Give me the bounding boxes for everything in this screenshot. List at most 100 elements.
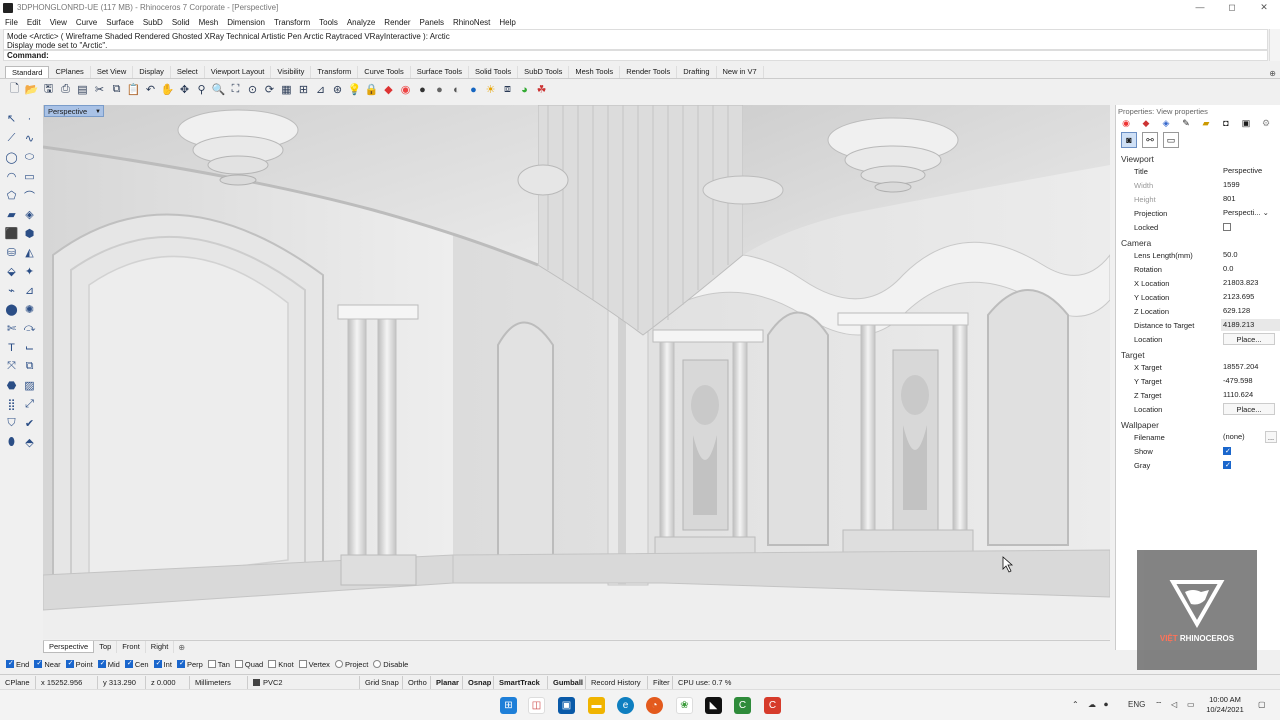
status-layer[interactable]: PVC2	[248, 675, 360, 689]
cplane-icon[interactable]: ⊿	[313, 82, 328, 97]
y-location-value[interactable]: 2123.695	[1221, 291, 1280, 303]
render-icon[interactable]: ☘	[534, 82, 549, 97]
app-green-icon[interactable]: ❀	[676, 697, 693, 714]
arc-icon[interactable]: ◠	[3, 168, 20, 185]
command-scrollbar[interactable]	[1269, 29, 1280, 61]
dropdown-arrow-icon[interactable]: ▼	[95, 106, 101, 118]
camera-props-icon[interactable]: ◙	[1121, 132, 1137, 148]
lock-icon[interactable]: 🔒	[364, 82, 379, 97]
menu-curve[interactable]: Curve	[76, 18, 97, 27]
camtasia-icon[interactable]: C	[734, 697, 751, 714]
prop-title-value[interactable]: Perspective	[1221, 165, 1280, 177]
wallpaper-filename[interactable]: (none)	[1221, 431, 1263, 443]
material-icon[interactable]: ◆	[1140, 118, 1152, 129]
texture-icon[interactable]: ◈	[1160, 118, 1172, 129]
start-icon[interactable]: ⊞	[500, 697, 517, 714]
prop-height-value[interactable]: 801	[1221, 193, 1280, 205]
z-target-value[interactable]: 1110.624	[1221, 389, 1280, 401]
trim-icon[interactable]: ✄	[3, 320, 20, 337]
point-icon[interactable]: ·	[21, 110, 38, 127]
osnap-cen[interactable]: Cen	[124, 659, 149, 669]
osnap-quad[interactable]: Quad	[234, 660, 263, 669]
loft-icon[interactable]: ◈	[21, 206, 38, 223]
menu-render[interactable]: Render	[384, 18, 410, 27]
move-icon[interactable]: ⤧	[3, 358, 20, 375]
copy-obj-icon[interactable]: ⧉	[21, 358, 38, 375]
rhino-task-icon[interactable]: ◣	[705, 697, 722, 714]
osnap-disable[interactable]: Disable	[373, 660, 408, 669]
x-location-value[interactable]: 21803.823	[1221, 277, 1280, 289]
sun-icon[interactable]: ☀	[483, 82, 498, 97]
tab-new-in-v7[interactable]: New in V7	[717, 66, 764, 78]
menu-tools[interactable]: Tools	[319, 18, 338, 27]
osnap-point[interactable]: Point	[65, 659, 93, 669]
tab-subd-tools[interactable]: SubD Tools	[518, 66, 570, 78]
menu-surface[interactable]: Surface	[106, 18, 134, 27]
menu-view[interactable]: View	[50, 18, 67, 27]
menu-dimension[interactable]: Dimension	[227, 18, 265, 27]
menu-help[interactable]: Help	[499, 18, 515, 27]
polygon-icon[interactable]: ⬠	[3, 187, 20, 204]
rebuild-icon[interactable]: ⊿	[21, 282, 38, 299]
box-icon[interactable]: ⬛	[3, 225, 20, 242]
status-grid-snap[interactable]: Grid Snap	[360, 675, 403, 689]
save-icon[interactable]: 🖫	[41, 82, 56, 97]
frame-props-icon[interactable]: ▭	[1163, 132, 1179, 148]
mesh-icon[interactable]: ◭	[21, 244, 38, 261]
select-arrow-icon[interactable]: ↖	[3, 110, 20, 127]
rotate-view-icon[interactable]: ⟳	[262, 82, 277, 97]
menu-file[interactable]: File	[5, 18, 18, 27]
display-icon[interactable]: ▣	[1240, 118, 1252, 129]
firefox-icon[interactable]: ◔	[646, 697, 663, 714]
explode-icon[interactable]: ✺	[21, 301, 38, 318]
vptab-top[interactable]: Top	[94, 641, 118, 653]
menu-analyze[interactable]: Analyze	[347, 18, 375, 27]
sphere-shaded-icon[interactable]: ●	[415, 82, 430, 97]
settings-icon[interactable]: ⚙	[1260, 118, 1272, 129]
osnap-perp[interactable]: Perp	[176, 659, 203, 669]
browse-button[interactable]: ...	[1265, 431, 1277, 443]
tab-cplanes[interactable]: CPlanes	[49, 66, 91, 78]
command-input[interactable]: Command:	[3, 50, 1268, 61]
tab-solid-tools[interactable]: Solid Tools	[469, 66, 519, 78]
circle-icon[interactable]: ◯	[3, 149, 20, 166]
fillet-icon[interactable]: ⌒	[21, 187, 38, 204]
gumball-icon[interactable]: ✦	[21, 263, 38, 280]
lens-length-value[interactable]: 50.0	[1221, 249, 1280, 261]
volume-icon[interactable]: ◁	[1171, 700, 1177, 709]
undo-icon[interactable]: ↶	[143, 82, 158, 97]
material-icon[interactable]: ◐	[449, 82, 464, 97]
drape-icon[interactable]: ⬤	[3, 301, 20, 318]
dimension-style-icon[interactable]: ✎	[1180, 118, 1192, 129]
status-osnap[interactable]: Osnap	[463, 675, 494, 689]
vptab-perspective[interactable]: Perspective	[43, 641, 95, 653]
minimize-button[interactable]: —	[1183, 0, 1217, 15]
grid-icon[interactable]: ⊞	[296, 82, 311, 97]
language-indicator[interactable]: ENG	[1128, 700, 1145, 709]
menu-panels[interactable]: Panels	[420, 18, 444, 27]
import-icon[interactable]: ▤	[75, 82, 90, 97]
status-record-history[interactable]: Record History	[586, 675, 648, 689]
tab-viewport-layout[interactable]: Viewport Layout	[205, 66, 272, 78]
rotation-value[interactable]: 0.0	[1221, 263, 1280, 275]
clock[interactable]: 10:00 AM 10/24/2021	[1205, 695, 1245, 715]
check-icon[interactable]: ✔	[21, 415, 38, 432]
tab-surface-tools[interactable]: Surface Tools	[411, 66, 470, 78]
gray-checkbox[interactable]	[1223, 460, 1231, 472]
perspective-viewport[interactable]	[43, 105, 1110, 639]
status-planar[interactable]: Planar	[431, 675, 463, 689]
zoom-icon[interactable]: ⚲	[194, 82, 209, 97]
distance-to-target-value[interactable]: 4189.213	[1221, 319, 1280, 331]
osnap-end[interactable]: End	[6, 659, 29, 669]
env-icon[interactable]: ●	[466, 82, 481, 97]
sphere-render-icon[interactable]: ●	[432, 82, 447, 97]
onedrive-icon[interactable]: ☁	[1088, 700, 1096, 709]
camera-place-button[interactable]: Place...	[1223, 333, 1275, 345]
cut-icon[interactable]: ✂	[92, 82, 107, 97]
tab-drafting[interactable]: Drafting	[677, 66, 717, 78]
add-viewport-icon[interactable]: ⊕	[178, 643, 185, 652]
text-icon[interactable]: T	[3, 339, 20, 356]
tab-visibility[interactable]: Visibility	[271, 66, 312, 78]
solid-tools-icon[interactable]: ⬣	[3, 377, 20, 394]
object-color-icon[interactable]: ◉	[1120, 118, 1132, 129]
